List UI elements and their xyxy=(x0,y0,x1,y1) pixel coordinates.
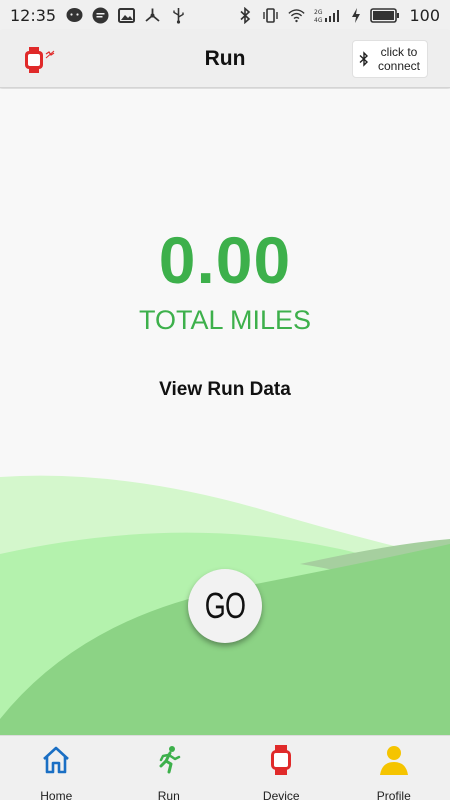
bluetooth-icon xyxy=(236,6,253,24)
nav-profile-label: Profile xyxy=(376,789,411,800)
bluetooth-icon xyxy=(358,51,370,67)
connect-label-line1: click to xyxy=(380,45,418,59)
nav-device-label: Device xyxy=(262,789,300,800)
svg-text:4G: 4G xyxy=(314,17,323,24)
battery-level: 100 xyxy=(409,5,440,25)
bottom-nav: Home Run Device Profile xyxy=(0,735,450,800)
runner-icon xyxy=(153,744,185,781)
status-time: 12:35 xyxy=(10,5,57,25)
vibrate-icon xyxy=(262,7,279,24)
system-icons: 2G 4G 100 xyxy=(236,6,440,25)
watch-icon xyxy=(265,744,297,781)
connect-label: click to connect xyxy=(374,45,424,73)
total-miles-value: 0.00 xyxy=(158,223,292,297)
go-button[interactable]: GO xyxy=(188,569,262,643)
nav-device[interactable]: Device xyxy=(225,736,338,800)
charging-icon xyxy=(351,7,361,24)
share-nodes-icon xyxy=(144,7,161,24)
go-label: GO xyxy=(204,585,246,626)
run-screen: 0.00 TOTAL MILES View Run Data GO xyxy=(0,89,450,735)
status-bar: 12:35 2G 4G 100 xyxy=(0,0,450,30)
click-to-connect-button[interactable]: click to connect xyxy=(352,40,428,78)
cellular-signal-icon: 2G 4G xyxy=(314,7,342,24)
svg-text:2G: 2G xyxy=(314,9,323,16)
chat-bubble-icon xyxy=(66,7,83,24)
usb-icon xyxy=(170,7,187,24)
total-miles-label: TOTAL MILES xyxy=(138,305,312,335)
app-header: Run click to connect xyxy=(0,30,450,88)
nav-run-label: Run xyxy=(157,789,180,800)
view-run-data-link[interactable]: View Run Data xyxy=(0,379,450,401)
nav-profile[interactable]: Profile xyxy=(338,736,450,800)
image-icon xyxy=(118,7,136,24)
connect-label-line2: connect xyxy=(377,59,421,73)
nav-home-label: Home xyxy=(40,789,73,800)
notification-icons xyxy=(66,7,187,24)
nav-home[interactable]: Home xyxy=(0,736,113,800)
person-icon xyxy=(378,744,410,781)
nav-run[interactable]: Run xyxy=(113,736,226,800)
message-icon xyxy=(92,7,109,24)
wifi-icon xyxy=(288,7,306,24)
battery-icon xyxy=(370,7,400,24)
home-icon xyxy=(40,744,72,781)
